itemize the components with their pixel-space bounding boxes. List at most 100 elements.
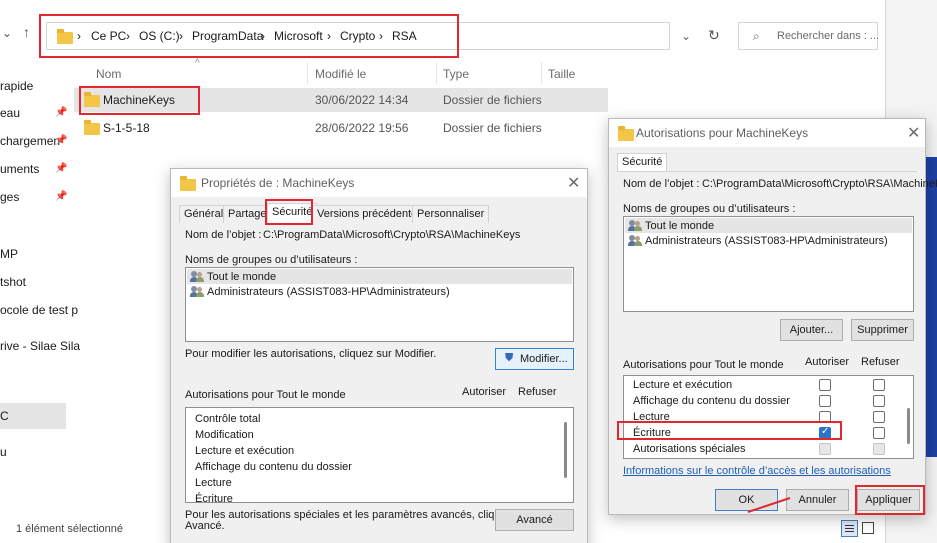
sidebar-item[interactable]: chargemen (0, 134, 60, 148)
sidebar-item[interactable]: rapide (0, 79, 33, 93)
sidebar-item[interactable]: C (0, 409, 9, 423)
sidebar-item[interactable]: MP (0, 247, 18, 261)
column-divider[interactable] (307, 62, 308, 84)
modify-hint: Pour modifier les autorisations, cliquez… (185, 348, 437, 360)
pin-icon[interactable]: 📌 (55, 107, 67, 118)
deny-checkbox[interactable] (873, 395, 885, 407)
file-type: Dossier de fichiers (443, 93, 542, 107)
advanced-hint: Pour les autorisations spéciales et les … (185, 509, 531, 521)
permissions-list: Lecture et exécution Affichage du conten… (623, 375, 914, 459)
tab-customize[interactable]: Personnaliser (412, 205, 490, 223)
tab-security[interactable]: Sécurité (617, 153, 668, 171)
chevron-down-icon[interactable]: ⌄ (681, 29, 691, 43)
sidebar-item[interactable]: eau (0, 106, 20, 120)
column-header-size[interactable]: Taille (548, 67, 575, 81)
sidebar-selected-bg (0, 403, 66, 429)
highlight-address (39, 14, 459, 58)
column-divider[interactable] (541, 62, 542, 84)
permission-item: Affichage du contenu du dossier (633, 395, 790, 407)
annotation-stroke (747, 497, 791, 513)
sidebar-item[interactable]: ges (0, 190, 19, 204)
permissions-title: Autorisations pour MachineKeys (636, 126, 809, 140)
groups-label: Noms de groupes ou d’utilisateurs : (623, 203, 796, 215)
groups-list: Tout le monde Administrateurs (ASSIST083… (185, 267, 574, 342)
object-name-label: Nom de l’objet : (185, 229, 262, 241)
modify-button[interactable]: ⛊ Modifier... (495, 348, 574, 370)
groups-list: Tout le monde Administrateurs (ASSIST083… (623, 216, 914, 312)
file-modified: 30/06/2022 14:34 (315, 93, 409, 107)
sidebar-item[interactable]: rive - Silae Sila (0, 339, 80, 353)
advanced-button[interactable]: Avancé (495, 509, 574, 531)
permissions-label: Autorisations pour Tout le monde (623, 359, 784, 371)
deny-checkbox[interactable] (873, 379, 885, 391)
scrollbar[interactable] (564, 422, 567, 478)
chevron-up-icon: ^ (195, 58, 200, 69)
file-row[interactable]: S-1-5-18 28/06/2022 19:56 Dossier de fic… (74, 116, 608, 140)
sidebar-item[interactable]: ocole de test p (0, 303, 78, 317)
list-item[interactable]: Administrateurs (ASSIST083-HP\Administra… (645, 235, 888, 247)
column-header-type[interactable]: Type (443, 67, 469, 81)
access-control-link[interactable]: Informations sur le contrôle d’accès et … (623, 465, 891, 477)
search-placeholder: Rechercher dans : ... (777, 30, 880, 42)
modify-button-label: Modifier... (520, 353, 568, 365)
properties-title: Propriétés de : MachineKeys (201, 176, 355, 190)
allow-checkbox[interactable] (819, 379, 831, 391)
search-icon: ⌕ (753, 29, 760, 43)
users-icon (190, 286, 204, 298)
permission-item: Lecture et exécution (195, 445, 295, 457)
close-icon[interactable]: ✕ (567, 173, 580, 193)
column-header-modified[interactable]: Modifié le (315, 67, 366, 81)
sidebar-item[interactable]: uments (0, 162, 39, 176)
folder-icon (180, 176, 196, 191)
allow-checkbox (819, 443, 831, 455)
deny-checkbox (873, 443, 885, 455)
highlight-apply (855, 485, 925, 515)
tiles-view-icon[interactable] (862, 522, 874, 534)
list-item[interactable]: Administrateurs (ASSIST083-HP\Administra… (207, 286, 450, 298)
advanced-hint-2: Avancé. (185, 520, 225, 532)
details-view-icon[interactable] (841, 520, 858, 537)
allow-checkbox[interactable] (819, 395, 831, 407)
users-icon (190, 271, 204, 283)
highlight-write-permission (617, 421, 842, 440)
refresh-icon[interactable]: ↻ (708, 27, 720, 44)
tab-divider (617, 171, 917, 172)
file-modified: 28/06/2022 19:56 (315, 121, 409, 135)
object-name-value: C:\ProgramData\Microsoft\Crypto\RSA\Mach… (263, 229, 521, 241)
permission-item: Modification (195, 429, 254, 441)
properties-dialog: Propriétés de : MachineKeys ✕ Général Pa… (170, 168, 588, 543)
pin-icon[interactable]: 📌 (55, 135, 67, 146)
chevron-down-icon[interactable]: ⌄ (2, 26, 12, 40)
deny-header: Refuser (518, 386, 557, 398)
list-item[interactable]: Tout le monde (645, 220, 714, 232)
sidebar-item[interactable]: tshot (0, 275, 26, 289)
add-button[interactable]: Ajouter... (780, 319, 843, 341)
permissions-dialog: Autorisations pour MachineKeys ✕ Sécurit… (608, 118, 937, 515)
remove-button[interactable]: Supprimer (851, 319, 914, 341)
pin-icon[interactable]: 📌 (55, 191, 67, 202)
tab-general[interactable]: Général (179, 205, 229, 223)
search-input[interactable]: ⌕ Rechercher dans : ... (738, 22, 880, 50)
deny-header: Refuser (861, 356, 900, 368)
tab-previous-versions[interactable]: Versions précédentes (312, 205, 428, 223)
status-text: 1 élément sélectionné (16, 523, 124, 535)
object-name-label: Nom de l’objet : (623, 178, 700, 190)
deny-checkbox[interactable] (873, 427, 885, 439)
sidebar-item[interactable]: u (0, 445, 7, 459)
shield-icon: ⛊ (505, 352, 514, 364)
object-name-value: C:\ProgramData\Microsoft\Crypto\RSA\Mach… (702, 178, 937, 190)
up-arrow-icon[interactable]: ↑ (23, 24, 30, 40)
users-icon (628, 235, 642, 247)
scrollbar[interactable] (907, 408, 910, 444)
deny-checkbox[interactable] (873, 411, 885, 423)
permission-item: Affichage du contenu du dossier (195, 461, 352, 473)
column-header-name[interactable]: Nom (96, 67, 121, 81)
column-divider[interactable] (436, 62, 437, 84)
pin-icon[interactable]: 📌 (55, 163, 67, 174)
close-icon[interactable]: ✕ (907, 123, 920, 143)
file-name: S-1-5-18 (103, 121, 150, 135)
permission-item: Autorisations spéciales (633, 443, 746, 455)
list-item[interactable]: Tout le monde (207, 271, 276, 283)
highlight-machinekeys (79, 86, 200, 115)
permission-item: Contrôle total (195, 413, 261, 425)
